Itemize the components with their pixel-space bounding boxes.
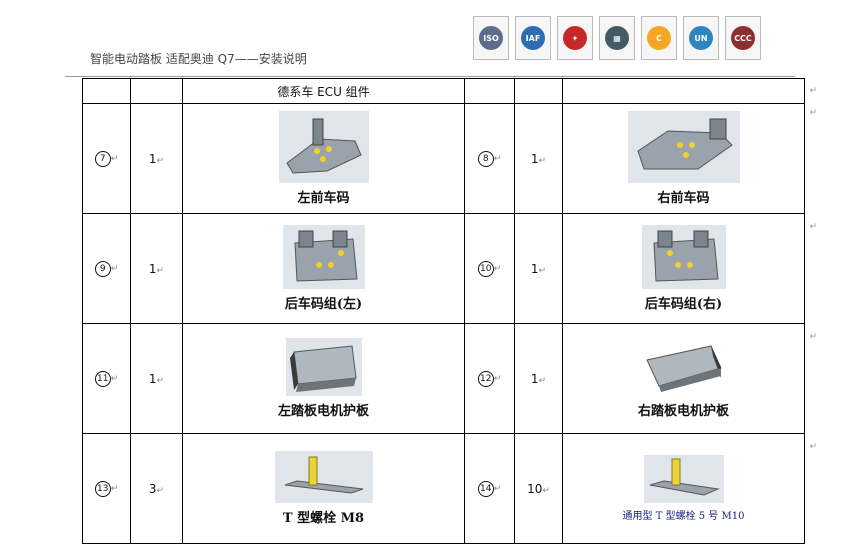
item-name: 右踏板电机护板 — [637, 404, 729, 419]
item-number: 14 — [477, 481, 494, 497]
table-row: 11 ↵ 1↵ 左踏板电机护板 12 ↵ 1↵ 右踏板电机护板 — [82, 323, 805, 434]
header-rule — [65, 76, 795, 77]
item-name: 通用型 T 型螺栓 5 号 M10 — [622, 511, 745, 522]
iso-seal-icon: ISO — [473, 16, 509, 60]
item-name: T 型螺栓 M8 — [282, 511, 365, 526]
item-quantity: 1 — [530, 371, 539, 386]
left-front-bracket-image — [278, 111, 369, 183]
table-heading: 德系车 ECU 组件 — [182, 78, 465, 104]
iaf-icon: IAF — [515, 16, 551, 60]
certification-logos: ISO IAF ✦ ▦ C UN CCC — [473, 16, 761, 60]
left-motor-cover-image — [285, 338, 362, 396]
c-mark-icon: C — [641, 16, 677, 60]
table-header-row: 德系车 ECU 组件 — [82, 78, 805, 104]
table-row: 9 ↵ 1↵ 后车码组(左) 10 ↵ 1↵ 后车码组(右) — [82, 213, 805, 324]
table-row: 7 ↵ 1↵ 左前车码 8 ↵ 1↵ 右前车码 — [82, 103, 805, 214]
paragraph-mark: ↵ — [809, 332, 817, 342]
un-icon: UN — [683, 16, 719, 60]
paragraph-mark: ↵ — [809, 108, 817, 118]
cnas-icon: ✦ — [557, 16, 593, 60]
right-motor-cover-image — [640, 338, 727, 396]
item-name: 后车码组(右) — [644, 297, 723, 312]
item-name: 后车码组(左) — [284, 297, 363, 312]
item-number: 8 — [477, 151, 494, 167]
paragraph-mark: ↵ — [809, 222, 817, 232]
item-number: 12 — [477, 371, 494, 387]
item-name: 左前车码 — [297, 191, 350, 206]
item-quantity: 10 — [527, 481, 543, 496]
item-quantity: 1 — [148, 151, 157, 166]
item-number: 11 — [94, 371, 111, 387]
ccc-icon: CCC — [725, 16, 761, 60]
right-front-bracket-image — [627, 111, 740, 183]
item-quantity: 1 — [530, 151, 539, 166]
table-row: 13 ↵ 3↵ T 型螺栓 M8 14 ↵ 10↵ 通用型 T 型螺栓 5 号 M1… — [82, 433, 805, 544]
parts-table: 德系车 ECU 组件 7 ↵ 1↵ 左前车码 8 ↵ 1↵ 右前车码 9 ↵ 1… — [82, 78, 805, 544]
t-bolt-m10-image — [643, 455, 724, 503]
qr-cert-icon: ▦ — [599, 16, 635, 60]
rear-bracket-left-image — [282, 225, 365, 289]
item-number: 9 — [94, 261, 111, 277]
rear-bracket-right-image — [641, 225, 726, 289]
item-number: 7 — [94, 151, 111, 167]
document-header-title: 智能电动踏板 适配奥迪 Q7——安装说明 — [90, 52, 307, 66]
paragraph-mark: ↵ — [809, 442, 817, 452]
item-name: 左踏板电机护板 — [277, 404, 369, 419]
paragraph-mark: ↵ — [809, 86, 817, 96]
item-quantity: 1 — [530, 261, 539, 276]
item-number: 13 — [94, 481, 111, 497]
item-quantity: 1 — [148, 261, 157, 276]
item-number: 10 — [477, 261, 494, 277]
t-bolt-m8-image — [274, 451, 373, 503]
item-name: 右前车码 — [657, 191, 710, 206]
item-quantity: 1 — [148, 371, 157, 386]
item-quantity: 3 — [148, 481, 157, 496]
